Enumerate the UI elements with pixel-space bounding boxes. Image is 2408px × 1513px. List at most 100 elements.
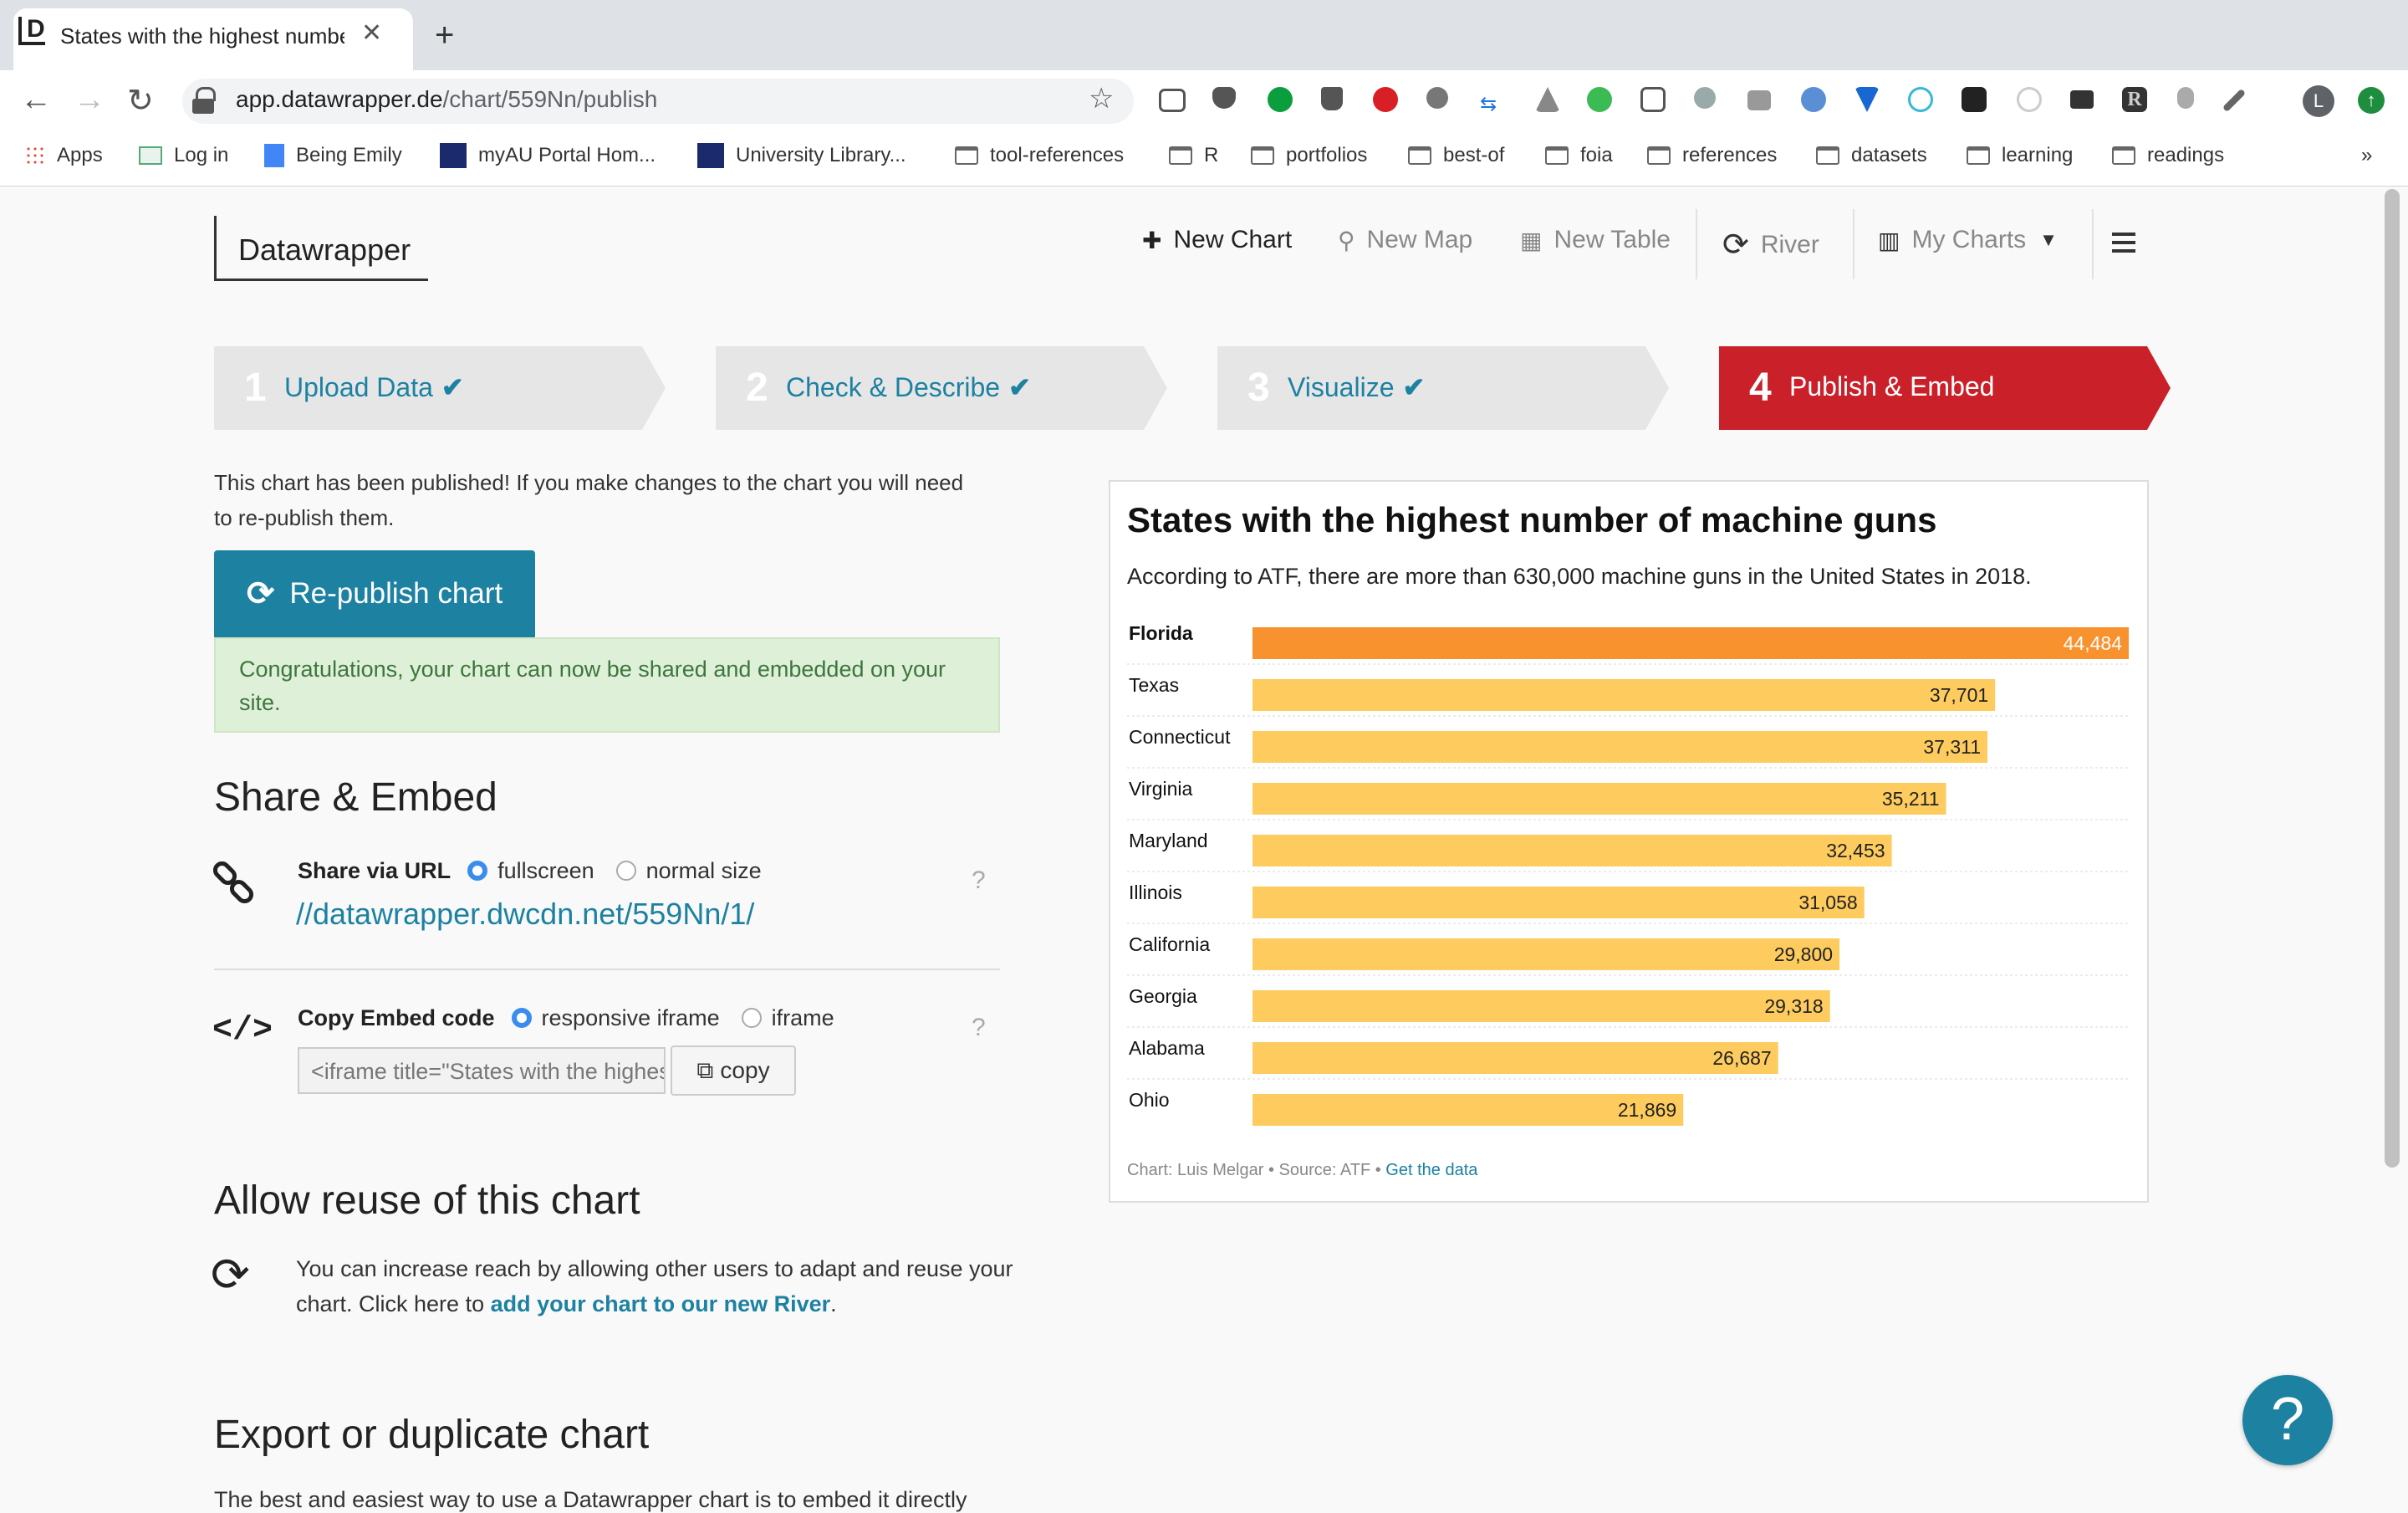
step-upload-data[interactable]: 1 Upload Data ✔ bbox=[214, 346, 666, 430]
add-extension-icon[interactable] bbox=[1587, 87, 1612, 112]
embed-code-field[interactable]: <iframe title="States with the highest n… bbox=[298, 1047, 666, 1094]
reuse-period: . bbox=[830, 1291, 837, 1316]
au-logo-icon bbox=[697, 143, 724, 168]
embed-options: Copy Embed code responsive iframe iframe bbox=[298, 1005, 834, 1031]
bookmark-references[interactable]: references bbox=[1647, 141, 1777, 171]
ruler-extension-icon[interactable] bbox=[2070, 90, 2094, 109]
bookmark-tool-references[interactable]: tool-references bbox=[955, 141, 1124, 171]
bar-row-alabama: Alabama 26,687 bbox=[1127, 1037, 2129, 1080]
nav-separator bbox=[1853, 209, 1854, 279]
radio-normal-size[interactable] bbox=[615, 860, 636, 881]
hamburger-menu-icon[interactable] bbox=[2112, 233, 2135, 258]
bookmark-best-of[interactable]: best-of bbox=[1408, 141, 1504, 171]
step-number: 3 bbox=[1247, 365, 1270, 410]
bookmarks-overflow-icon[interactable]: » bbox=[2361, 141, 2372, 171]
person-extension-icon[interactable] bbox=[2177, 87, 2194, 109]
screenshot-extension-icon[interactable] bbox=[1159, 89, 1186, 112]
value-label: 29,318 bbox=[1764, 995, 1823, 1017]
circle-extension-icon[interactable] bbox=[2017, 87, 2042, 112]
check-extension-icon[interactable] bbox=[1640, 87, 1666, 112]
reload-icon[interactable]: ↻ bbox=[127, 82, 154, 120]
radio-fullscreen-label[interactable]: fullscreen bbox=[497, 858, 594, 883]
radio-iframe[interactable] bbox=[741, 1007, 762, 1028]
nav-label: My Charts bbox=[1911, 226, 2027, 253]
bookmark-label: references bbox=[1682, 144, 1778, 166]
camera-extension-icon[interactable] bbox=[1747, 90, 1771, 110]
back-icon[interactable]: ← bbox=[20, 82, 52, 118]
get-the-data-link[interactable]: Get the data bbox=[1385, 1161, 1477, 1179]
bookmark-myau-portal[interactable]: myAU Portal Hom... bbox=[440, 141, 656, 171]
share-help-icon[interactable]: ? bbox=[972, 866, 986, 895]
clipboard-icon: ⧉ bbox=[696, 1056, 714, 1083]
forward-icon[interactable]: → bbox=[74, 82, 105, 118]
step-visualize[interactable]: 3 Visualize ✔ bbox=[1217, 346, 1669, 430]
close-tab-icon[interactable]: ✕ bbox=[361, 18, 382, 48]
dev-extension-icon[interactable] bbox=[1908, 87, 1933, 112]
add-to-river-link[interactable]: add your chart to our new River bbox=[491, 1291, 831, 1316]
nav-new-table[interactable]: ▦ New Table bbox=[1520, 226, 1671, 254]
step-shape bbox=[1217, 346, 1669, 430]
caret-down-icon: ▼ bbox=[2039, 229, 2058, 250]
bar-row-georgia: Georgia 29,318 bbox=[1127, 985, 2129, 1028]
bookmark-star-icon[interactable]: ☆ bbox=[1089, 82, 1114, 115]
page-icon bbox=[139, 146, 162, 165]
bar bbox=[1252, 887, 1865, 918]
page-scrollbar[interactable] bbox=[2385, 189, 2400, 1168]
folder-icon bbox=[1169, 146, 1192, 165]
bookmark-label: R bbox=[1204, 144, 1219, 166]
value-label: 21,869 bbox=[1618, 1099, 1676, 1121]
nav-new-map[interactable]: ⚲ New Map bbox=[1338, 226, 1472, 254]
published-message: This chart has been published! If you ma… bbox=[214, 470, 964, 530]
grammar-extension-icon[interactable] bbox=[1268, 87, 1293, 112]
success-alert: Congratulations, your chart can now be s… bbox=[214, 637, 1000, 733]
react-extension-icon[interactable] bbox=[1962, 87, 1987, 112]
cup-extension-icon[interactable] bbox=[1321, 87, 1343, 110]
embed-help-icon[interactable]: ? bbox=[972, 1014, 986, 1042]
globe-extension-icon[interactable] bbox=[1801, 87, 1826, 112]
code-icon: </> bbox=[212, 1012, 273, 1050]
share-url-link[interactable]: //datawrapper.dwcdn.net/559Nn/1/ bbox=[296, 897, 754, 932]
arrows-extension-icon[interactable]: ⇆ bbox=[1480, 92, 1505, 115]
nav-new-chart[interactable]: ✚ New Chart bbox=[1142, 226, 1292, 254]
value-label: 35,211 bbox=[1882, 788, 1940, 810]
bookmark-datasets[interactable]: datasets bbox=[1816, 141, 1927, 171]
bar bbox=[1252, 731, 1988, 763]
radio-iframe-label[interactable]: iframe bbox=[772, 1005, 834, 1030]
radio-fullscreen[interactable] bbox=[467, 860, 488, 881]
nav-separator bbox=[2092, 209, 2094, 279]
satellite-extension-icon[interactable] bbox=[1694, 87, 1716, 109]
bookmark-apps[interactable]: Apps bbox=[25, 141, 103, 171]
nav-my-charts[interactable]: ▥ My Charts ▼ bbox=[1878, 226, 2058, 254]
r-extension-icon[interactable]: R bbox=[2122, 87, 2147, 112]
profile-avatar[interactable]: L bbox=[2303, 85, 2334, 117]
radio-responsive-iframe-label[interactable]: responsive iframe bbox=[542, 1005, 720, 1030]
bookmark-portfolios[interactable]: portfolios bbox=[1251, 141, 1367, 171]
bookmark-readings[interactable]: readings bbox=[2112, 141, 2224, 171]
update-icon[interactable]: ↑ bbox=[2358, 87, 2385, 114]
bar-row-texas: Texas 37,701 bbox=[1127, 674, 2129, 717]
step-check-describe[interactable]: 2 Check & Describe ✔ bbox=[716, 346, 1167, 430]
radio-normal-size-label[interactable]: normal size bbox=[646, 858, 762, 883]
step-number: 1 bbox=[244, 365, 267, 410]
value-label: 29,800 bbox=[1774, 943, 1833, 965]
help-button[interactable]: ? bbox=[2242, 1375, 2333, 1465]
clover-extension-icon[interactable] bbox=[1426, 87, 1448, 109]
bookmark-r[interactable]: R bbox=[1169, 141, 1218, 171]
new-tab-icon[interactable]: + bbox=[435, 18, 454, 52]
copy-button[interactable]: ⧉ copy bbox=[671, 1045, 796, 1096]
bookmark-label: University Library... bbox=[736, 144, 906, 166]
radio-responsive-iframe[interactable] bbox=[511, 1007, 532, 1028]
divider bbox=[214, 969, 1000, 970]
republish-button[interactable]: ⟳ Re-publish chart bbox=[214, 550, 535, 637]
datawrapper-logo[interactable]: Datawrapper bbox=[214, 216, 428, 281]
adblock-extension-icon[interactable] bbox=[1373, 87, 1398, 112]
bookmark-university-library[interactable]: University Library... bbox=[697, 141, 906, 171]
bookmark-foia[interactable]: foia bbox=[1545, 141, 1613, 171]
nav-river[interactable]: ⟳ River bbox=[1722, 226, 1819, 263]
bookmark-learning[interactable]: learning bbox=[1967, 141, 2073, 171]
step-publish-embed[interactable]: 4 Publish & Embed bbox=[1719, 346, 2171, 430]
category-label: Connecticut bbox=[1129, 726, 1231, 748]
bookmark-being-emily[interactable]: Being Emily bbox=[264, 141, 402, 171]
bookmark-log-in[interactable]: Log in bbox=[139, 141, 228, 171]
url-text[interactable]: app.datawrapper.de/chart/559Nn/publish bbox=[236, 86, 657, 113]
